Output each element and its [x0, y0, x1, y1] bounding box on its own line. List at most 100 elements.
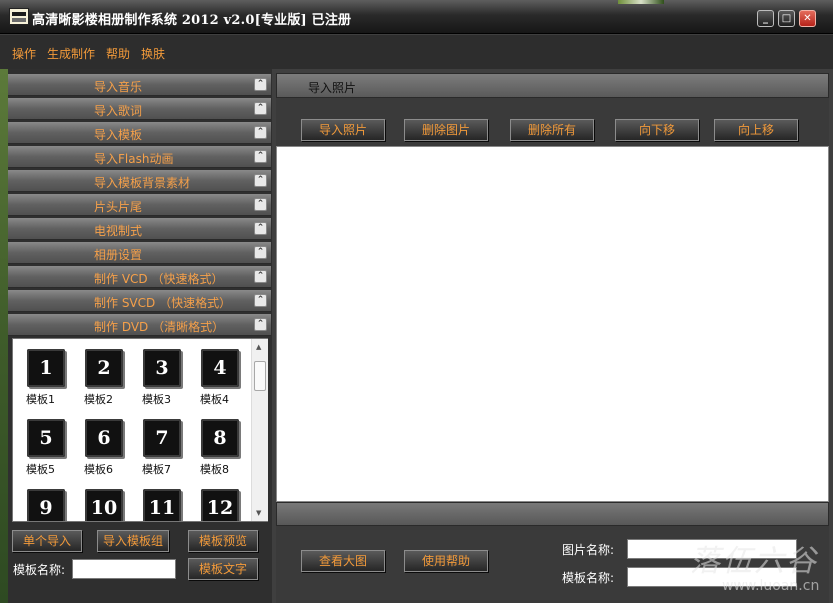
accordion-import-lyrics[interactable]: 导入歌词 ⌃: [8, 98, 271, 120]
template-item[interactable]: 9: [25, 489, 71, 521]
template-label: 模板2: [84, 393, 113, 406]
title-bar[interactable]: 高清晰影楼相册制作系统 2012 v2.0[专业版] 已注册 _ □ ✕: [0, 0, 833, 34]
chevron-up-icon[interactable]: ⌃: [254, 294, 267, 307]
chevron-up-icon[interactable]: ⌃: [254, 174, 267, 187]
photo-panel-title: 导入照片: [308, 81, 357, 95]
menu-skin[interactable]: 换肤: [141, 45, 165, 62]
template-thumbnail[interactable]: 6: [85, 419, 123, 457]
template-thumbnail[interactable]: 3: [143, 349, 181, 387]
template-scrollbar[interactable]: ▲ ▼: [251, 339, 268, 521]
move-down-button[interactable]: 向下移: [615, 119, 699, 141]
template-label: 模板1: [26, 393, 55, 406]
template-item[interactable]: 12: [199, 489, 245, 521]
template-item[interactable]: 3 模板3: [141, 349, 187, 413]
accordion-import-flash[interactable]: 导入Flash动画 ⌃: [8, 146, 271, 168]
template-thumbnail[interactable]: 11: [143, 489, 181, 521]
menu-bar: 操作 生成制作 帮助 换肤: [0, 35, 833, 69]
template-item[interactable]: 2 模板2: [83, 349, 129, 413]
chevron-up-icon[interactable]: ⌃: [254, 270, 267, 283]
menu-generate[interactable]: 生成制作: [47, 45, 95, 62]
chevron-up-icon[interactable]: ⌃: [254, 126, 267, 139]
import-template-group-button[interactable]: 导入模板组: [97, 530, 169, 552]
maximize-button[interactable]: □: [778, 10, 795, 27]
chevron-up-icon[interactable]: ⌃: [254, 78, 267, 91]
template-thumbnail[interactable]: 7: [143, 419, 181, 457]
menu-operate[interactable]: 操作: [12, 45, 36, 62]
template-item[interactable]: 7 模板7: [141, 419, 187, 483]
template-thumbnail[interactable]: 8: [201, 419, 239, 457]
template-label: 模板6: [84, 463, 113, 476]
template-thumbnail[interactable]: 5: [27, 419, 65, 457]
template-name-label: 模板名称:: [13, 563, 66, 577]
accordion-label: 片头片尾: [94, 200, 143, 214]
background-photo-edge: [618, 0, 664, 4]
background-photo-edge-left: [0, 69, 8, 603]
chevron-up-icon[interactable]: ⌃: [254, 102, 267, 115]
close-button[interactable]: ✕: [799, 10, 816, 27]
template-item[interactable]: 6 模板6: [83, 419, 129, 483]
accordion-label: 制作 DVD （清晰格式）: [94, 320, 225, 334]
template-item[interactable]: 11: [141, 489, 187, 521]
picture-name-label: 图片名称:: [562, 543, 615, 557]
template-thumbnail[interactable]: 9: [27, 489, 65, 521]
template-label: 模板4: [200, 393, 229, 406]
chevron-up-icon[interactable]: ⌃: [254, 318, 267, 331]
accordion-make-svcd[interactable]: 制作 SVCD （快速格式） ⌃: [8, 290, 271, 312]
chevron-up-icon[interactable]: ⌃: [254, 222, 267, 235]
template-name-input[interactable]: [72, 559, 176, 579]
import-photo-button[interactable]: 导入照片: [301, 119, 385, 141]
template-thumbnail[interactable]: 10: [85, 489, 123, 521]
photo-panel-header: 导入照片: [276, 73, 829, 98]
template-label: 模板8: [200, 463, 229, 476]
template-thumbnail[interactable]: 12: [201, 489, 239, 521]
accordion-tv-standard[interactable]: 电视制式 ⌃: [8, 218, 271, 240]
template-text-button[interactable]: 模板文字: [188, 558, 258, 580]
template-label: 模板7: [142, 463, 171, 476]
template-item[interactable]: 5 模板5: [25, 419, 71, 483]
accordion-label: 导入模板: [94, 128, 143, 142]
delete-photo-button[interactable]: 删除图片: [404, 119, 488, 141]
help-button[interactable]: 使用帮助: [404, 550, 488, 572]
accordion-label: 电视制式: [94, 224, 143, 238]
scroll-up-arrow-icon[interactable]: ▲: [256, 343, 261, 351]
template-thumbnail[interactable]: 1: [27, 349, 65, 387]
accordion-make-vcd[interactable]: 制作 VCD （快速格式） ⌃: [8, 266, 271, 288]
accordion-import-music[interactable]: 导入音乐 ⌃: [8, 74, 271, 96]
accordion-label: 导入歌词: [94, 104, 143, 118]
app-icon: [9, 8, 29, 25]
template-item[interactable]: 4 模板4: [199, 349, 245, 413]
template-gallery[interactable]: 1 模板1 2 模板2 3 模板3 4 模板4 5 模板5 6 模板6 7 模板…: [12, 338, 268, 522]
chevron-up-icon[interactable]: ⌃: [254, 246, 267, 259]
accordion-import-template[interactable]: 导入模板 ⌃: [8, 122, 271, 144]
template-preview-button[interactable]: 模板预览: [188, 530, 258, 552]
chevron-up-icon[interactable]: ⌃: [254, 198, 267, 211]
accordion-label: 导入Flash动画: [94, 152, 174, 166]
accordion-label: 相册设置: [94, 248, 143, 262]
accordion-import-background[interactable]: 导入模板背景素材 ⌃: [8, 170, 271, 192]
template-thumbnail[interactable]: 4: [201, 349, 239, 387]
menu-help[interactable]: 帮助: [106, 45, 130, 62]
template-item[interactable]: 1 模板1: [25, 349, 71, 413]
scroll-thumb[interactable]: [254, 361, 266, 391]
single-import-button[interactable]: 单个导入: [12, 530, 82, 552]
template-item[interactable]: 8 模板8: [199, 419, 245, 483]
watermark-url: www.luoan.cn: [722, 578, 820, 594]
accordion-intro-outro[interactable]: 片头片尾 ⌃: [8, 194, 271, 216]
scroll-down-arrow-icon[interactable]: ▼: [256, 509, 261, 517]
template-label: 模板5: [26, 463, 55, 476]
photo-panel-footer-bar: [276, 502, 829, 526]
move-up-button[interactable]: 向上移: [714, 119, 798, 141]
photo-list[interactable]: [276, 146, 829, 502]
window-title: 高清晰影楼相册制作系统 2012 v2.0[专业版] 已注册: [32, 13, 352, 28]
template-item[interactable]: 10: [83, 489, 129, 521]
accordion-label: 制作 VCD （快速格式）: [94, 272, 224, 286]
accordion-label: 导入音乐: [94, 80, 143, 94]
delete-all-button[interactable]: 删除所有: [510, 119, 594, 141]
template-thumbnail[interactable]: 2: [85, 349, 123, 387]
accordion-album-settings[interactable]: 相册设置 ⌃: [8, 242, 271, 264]
minimize-button[interactable]: _: [757, 10, 774, 27]
template-name-right-label: 模板名称:: [562, 571, 615, 585]
view-large-button[interactable]: 查看大图: [301, 550, 385, 572]
chevron-up-icon[interactable]: ⌃: [254, 150, 267, 163]
accordion-make-dvd[interactable]: 制作 DVD （清晰格式） ⌃: [8, 314, 271, 336]
